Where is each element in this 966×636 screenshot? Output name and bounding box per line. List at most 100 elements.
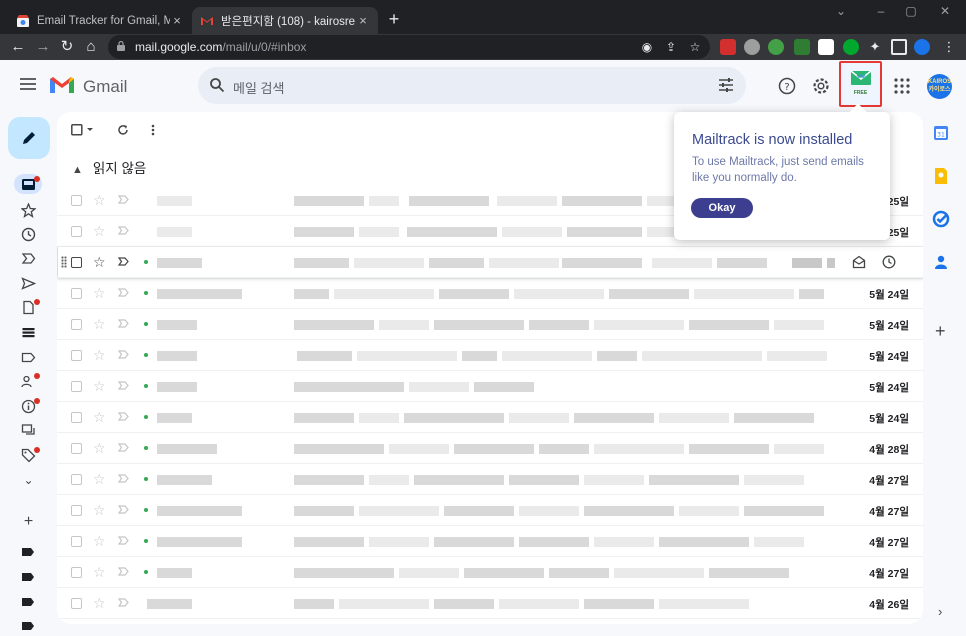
address-bar[interactable]: mail.google.com/mail/u/0/#inbox ◉ ⇪ ☆	[108, 35, 710, 59]
snoozed-clock-icon[interactable]	[21, 227, 36, 242]
share-icon[interactable]: ⇪	[664, 40, 678, 54]
star-icon[interactable]: ☆	[93, 533, 106, 549]
close-tab-icon[interactable]: ×	[356, 13, 370, 28]
row-checkbox[interactable]	[71, 505, 82, 516]
star-icon[interactable]: ☆	[93, 316, 106, 332]
star-icon[interactable]: ☆	[93, 378, 106, 394]
row-checkbox[interactable]	[71, 288, 82, 299]
label-icon[interactable]	[22, 548, 34, 556]
row-checkbox[interactable]	[71, 474, 82, 485]
row-checkbox[interactable]	[71, 567, 82, 578]
extensions-puzzle-icon[interactable]: ✦	[867, 39, 883, 55]
search-bar[interactable]: 메일 검색	[198, 67, 746, 104]
create-label-plus-icon[interactable]: +	[21, 514, 36, 530]
importance-marker-icon[interactable]	[118, 504, 129, 515]
forums-chat-icon[interactable]	[21, 423, 36, 438]
email-row[interactable]: ☆ 4월 28일	[57, 433, 923, 464]
star-icon[interactable]: ☆	[93, 595, 106, 611]
google-tasks-icon[interactable]	[932, 210, 950, 228]
importance-marker-icon[interactable]	[118, 380, 129, 391]
main-menu-icon[interactable]	[20, 78, 36, 90]
star-icon[interactable]: ☆	[93, 564, 106, 580]
unread-section-header[interactable]: ▲ 읽지 않음	[72, 157, 146, 177]
extension-gray-icon[interactable]	[744, 39, 760, 55]
search-icon[interactable]	[209, 77, 225, 93]
select-all-checkbox[interactable]	[71, 124, 95, 136]
google-contacts-icon[interactable]	[932, 253, 950, 271]
label-outline-icon[interactable]	[21, 350, 36, 365]
profile-avatar-icon[interactable]	[914, 39, 930, 55]
row-checkbox[interactable]	[71, 350, 82, 361]
importance-marker-icon[interactable]	[118, 411, 129, 422]
importance-marker-icon[interactable]	[118, 318, 129, 329]
star-icon[interactable]: ☆	[93, 223, 106, 239]
close-tab-icon[interactable]: ×	[170, 13, 184, 28]
extension-doc-icon[interactable]	[794, 39, 810, 55]
row-checkbox[interactable]	[71, 226, 82, 237]
star-icon[interactable]: ☆	[93, 471, 106, 487]
tab-email-tracker[interactable]: Email Tracker for Gmail, Mail M ×	[8, 7, 192, 34]
snooze-clock-icon[interactable]	[882, 255, 896, 269]
get-addons-plus-icon[interactable]: +	[935, 321, 946, 342]
importance-marker-icon[interactable]	[118, 349, 129, 360]
account-avatar[interactable]: KAIROS 카이로스	[927, 74, 952, 99]
back-button[interactable]: ←	[8, 37, 28, 57]
row-checkbox[interactable]	[71, 443, 82, 454]
hide-side-panel-chevron-icon[interactable]: ›	[938, 604, 942, 619]
forward-button[interactable]: →	[33, 37, 53, 57]
help-icon[interactable]: ?	[778, 77, 796, 95]
google-apps-icon[interactable]	[893, 77, 911, 95]
bookmark-star-icon[interactable]: ☆	[688, 40, 702, 54]
close-window-button[interactable]: ✕	[930, 2, 960, 22]
drag-handle-icon[interactable]	[61, 256, 67, 268]
all-mail-icon[interactable]	[21, 325, 36, 340]
row-checkbox[interactable]	[71, 536, 82, 547]
importance-marker-icon[interactable]	[118, 473, 129, 484]
importance-marker-icon[interactable]	[118, 256, 129, 267]
email-row[interactable]: ☆ 4월 27일	[57, 526, 923, 557]
home-button[interactable]: ⌂	[81, 37, 101, 57]
new-tab-button[interactable]: +	[384, 9, 404, 29]
importance-marker-icon[interactable]	[118, 442, 129, 453]
star-icon[interactable]: ☆	[93, 440, 106, 456]
extension-square-icon[interactable]	[818, 39, 834, 55]
search-options-icon[interactable]	[718, 77, 734, 93]
label-icon[interactable]	[22, 622, 34, 630]
email-row[interactable]: ☆ 4월 26일	[57, 588, 923, 619]
row-checkbox[interactable]	[71, 257, 82, 268]
extension-shield-icon[interactable]	[768, 39, 784, 55]
okay-button[interactable]: Okay	[691, 198, 753, 218]
mailtrack-extension-button[interactable]: FREE	[839, 61, 882, 107]
google-calendar-icon[interactable]: 31	[932, 124, 950, 142]
minimize-button[interactable]: –	[866, 2, 896, 22]
row-checkbox[interactable]	[71, 381, 82, 392]
starred-icon[interactable]	[21, 203, 36, 218]
email-row[interactable]: ☆ 5월 24일	[57, 309, 923, 340]
email-row[interactable]: ☆ 5월 24일	[57, 371, 923, 402]
email-row[interactable]: ☆	[57, 247, 923, 278]
row-checkbox[interactable]	[71, 598, 82, 609]
important-icon[interactable]	[21, 251, 36, 266]
star-icon[interactable]: ☆	[93, 192, 106, 208]
row-checkbox[interactable]	[71, 195, 82, 206]
email-row[interactable]: ☆ 4월 27일	[57, 495, 923, 526]
email-row[interactable]: ☆ 5월 24일	[57, 402, 923, 433]
refresh-icon[interactable]	[117, 124, 129, 136]
mark-as-read-icon[interactable]	[852, 255, 866, 269]
star-icon[interactable]: ☆	[93, 285, 106, 301]
email-row[interactable]: ☆ 5월 24일	[57, 340, 923, 371]
label-icon[interactable]	[22, 598, 34, 606]
importance-marker-icon[interactable]	[118, 287, 129, 298]
settings-gear-icon[interactable]	[812, 77, 830, 95]
search-input[interactable]: 메일 검색	[233, 78, 284, 97]
maximize-button[interactable]: ▢	[896, 2, 926, 22]
eye-icon[interactable]: ◉	[640, 40, 654, 54]
email-row[interactable]: ☆ 4월 27일	[57, 464, 923, 495]
row-checkbox[interactable]	[71, 319, 82, 330]
sent-icon[interactable]	[21, 276, 36, 291]
importance-marker-icon[interactable]	[118, 225, 129, 236]
extension-red-icon[interactable]	[720, 39, 736, 55]
tab-search-icon[interactable]: ⌄	[826, 2, 856, 22]
star-icon[interactable]: ☆	[93, 502, 106, 518]
collapse-chevron-icon[interactable]: ▲	[72, 164, 83, 176]
